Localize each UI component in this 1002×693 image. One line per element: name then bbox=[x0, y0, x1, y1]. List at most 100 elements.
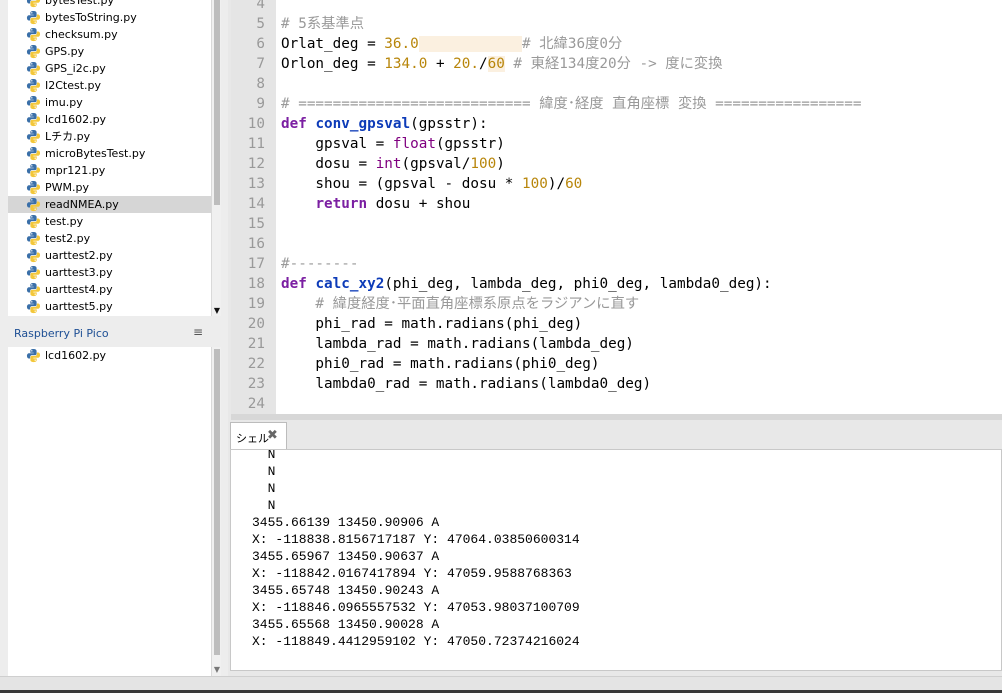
line-number: 16 bbox=[247, 236, 265, 252]
line-number: 12 bbox=[247, 156, 265, 172]
code-text: phi0_rad = math.radians(phi0_deg) bbox=[281, 354, 599, 374]
python-file-icon bbox=[26, 95, 41, 110]
file-item[interactable]: lcd1602.py bbox=[8, 347, 211, 364]
file-item[interactable]: microBytesTest.py bbox=[8, 145, 211, 162]
code-text: # 緯度経度･平面直角座標系原点をラジアンに直す bbox=[281, 294, 639, 314]
hamburger-menu-icon[interactable]: ≡ bbox=[193, 325, 203, 339]
code-token: def bbox=[281, 116, 307, 132]
shell-output-line: N bbox=[252, 481, 276, 496]
raspberry-pi-pico-section-header: Raspberry Pi Pico ≡ bbox=[8, 317, 221, 347]
shell-tab-label: シェル bbox=[236, 432, 269, 445]
code-token: 60 bbox=[565, 176, 583, 192]
file-name: lcd1602.py bbox=[45, 113, 107, 126]
code-token: float bbox=[392, 136, 436, 152]
python-file-icon bbox=[26, 0, 41, 8]
scroll-down-arrow-icon[interactable]: ▼ bbox=[212, 306, 222, 315]
file-name: Lチカ.py bbox=[45, 130, 91, 143]
python-file-icon bbox=[26, 299, 41, 314]
file-item[interactable]: PWM.py bbox=[8, 179, 211, 196]
code-token: ) bbox=[496, 156, 505, 172]
file-name: uarttest5.py bbox=[45, 300, 113, 313]
device-file-list: bytesTest.py bytesToString.py checksum.py G… bbox=[8, 0, 211, 316]
file-name: uarttest3.py bbox=[45, 266, 113, 279]
file-name: bytesTest.py bbox=[45, 0, 114, 7]
line-number: 13 bbox=[247, 176, 265, 192]
file-item[interactable]: uarttest2.py bbox=[8, 247, 211, 264]
code-token: lambda_rad = math.radians(lambda_deg) bbox=[281, 336, 634, 352]
line-number: 24 bbox=[247, 396, 265, 412]
file-item[interactable]: mpr121.py bbox=[8, 162, 211, 179]
pico-section-title: Raspberry Pi Pico bbox=[14, 327, 109, 340]
code-token: phi0_rad = math.radians(phi0_deg) bbox=[281, 356, 600, 372]
code-token: 100 bbox=[522, 176, 548, 192]
device-files-scroll-thumb[interactable] bbox=[214, 0, 220, 205]
code-token: gpsval = bbox=[281, 136, 393, 152]
code-token: (gpsstr): bbox=[410, 116, 488, 132]
file-browser-panel: bytesTest.py bytesToString.py checksum.py G… bbox=[0, 0, 228, 676]
file-item[interactable]: bytesTest.py bbox=[8, 0, 211, 9]
file-name: GPS_i2c.py bbox=[45, 62, 106, 75]
shell-output-panel[interactable]: N N N N 3455.66139 13450.90906 A X: -11883… bbox=[230, 449, 1002, 671]
code-token: # 5系基準点 bbox=[281, 16, 365, 32]
file-item[interactable]: I2Ctest.py bbox=[8, 77, 211, 94]
code-token: 60 bbox=[487, 56, 505, 72]
line-number: 18 bbox=[247, 276, 265, 292]
file-item[interactable]: checksum.py bbox=[8, 26, 211, 43]
file-item[interactable]: lcd1602.py bbox=[8, 111, 211, 128]
file-item[interactable]: GPS_i2c.py bbox=[8, 60, 211, 77]
scroll-down-arrow-icon[interactable]: ▼ bbox=[212, 665, 222, 674]
pico-file-list-items: lcd1602.py bbox=[8, 347, 211, 364]
shell-output-line: X: -118846.0965557532 Y: 47053.980371007… bbox=[252, 600, 580, 615]
code-text: # =========================== 緯度･経度 直角座標… bbox=[281, 94, 862, 114]
python-file-icon bbox=[26, 27, 41, 42]
line-number: 9 bbox=[256, 96, 265, 112]
file-item[interactable]: uarttest3.py bbox=[8, 264, 211, 281]
file-item[interactable]: uarttest4.py bbox=[8, 281, 211, 298]
file-name: test2.py bbox=[45, 232, 91, 245]
file-item[interactable]: readNMEA.py bbox=[8, 196, 211, 213]
code-editor[interactable]: 4 5 # 5系基準点 6 Orlat_deg = 36.0 # 北緯36度0分 7 Orl… bbox=[231, 0, 1002, 414]
code-text: # 5系基準点 bbox=[281, 14, 364, 34]
python-file-icon bbox=[26, 265, 41, 280]
code-token: return bbox=[315, 196, 368, 212]
code-token: 100 bbox=[470, 156, 497, 172]
line-number: 23 bbox=[247, 376, 265, 392]
file-item[interactable]: GPS.py bbox=[8, 43, 211, 60]
file-item[interactable]: test.py bbox=[8, 213, 211, 230]
code-token: Orlat_deg = bbox=[281, 36, 385, 52]
code-text: #-------- bbox=[281, 254, 358, 274]
line-number: 4 bbox=[256, 0, 265, 12]
file-name: checksum.py bbox=[45, 28, 118, 41]
pico-files-scrollbar[interactable]: ▼ bbox=[211, 347, 221, 676]
file-name: PWM.py bbox=[45, 181, 89, 194]
line-number: 15 bbox=[247, 216, 265, 232]
close-icon[interactable]: ✖ bbox=[267, 428, 278, 443]
file-item[interactable]: uarttest5.py bbox=[8, 298, 211, 315]
line-number: 10 bbox=[247, 116, 265, 132]
code-token: + bbox=[427, 56, 454, 72]
file-item[interactable]: imu.py bbox=[8, 94, 211, 111]
file-name: readNMEA.py bbox=[45, 198, 119, 211]
code-text: lambda0_rad = math.radians(lambda0_deg) bbox=[281, 374, 651, 394]
code-text: lambda_rad = math.radians(lambda_deg) bbox=[281, 334, 634, 354]
file-item[interactable]: Lチカ.py bbox=[8, 128, 211, 145]
line-number: 22 bbox=[247, 356, 265, 372]
tab-shell[interactable]: シェル ✖ bbox=[230, 422, 287, 449]
file-item[interactable]: bytesToString.py bbox=[8, 9, 211, 26]
file-name: I2Ctest.py bbox=[45, 79, 102, 92]
shell-output-line: X: -118842.0167417894 Y: 47059.958876836… bbox=[252, 566, 572, 581]
line-number: 6 bbox=[256, 36, 265, 52]
python-file-icon bbox=[26, 231, 41, 246]
shell-output-line: 3455.65748 13450.90243 A bbox=[252, 583, 440, 598]
python-file-icon bbox=[26, 78, 41, 93]
code-token: dosu = bbox=[281, 156, 376, 172]
code-text: def conv_gpsval(gpsstr): bbox=[281, 114, 488, 134]
python-file-icon bbox=[26, 248, 41, 263]
pico-files-scroll-thumb[interactable] bbox=[214, 349, 220, 655]
file-item[interactable]: test2.py bbox=[8, 230, 211, 247]
code-text: dosu = int(gpsval/100) bbox=[281, 154, 505, 174]
device-files-scrollbar[interactable]: ▼ bbox=[211, 0, 221, 316]
line-number: 7 bbox=[256, 56, 265, 72]
file-name: lcd1602.py bbox=[45, 349, 107, 362]
python-file-icon bbox=[26, 112, 41, 127]
